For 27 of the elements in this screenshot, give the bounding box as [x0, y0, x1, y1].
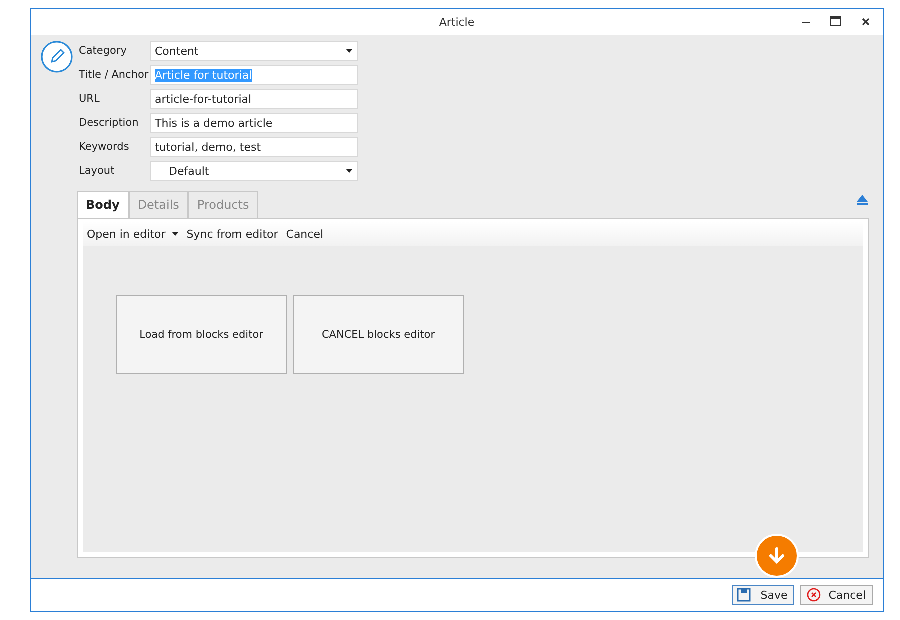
input-field[interactable]: article-for-tutorial	[150, 89, 358, 109]
cancel-button[interactable]: Cancel	[800, 585, 873, 605]
editor-button[interactable]: CANCEL blocks editor	[293, 295, 464, 374]
floppy-icon	[736, 588, 751, 602]
cancel-icon	[806, 588, 821, 602]
dropdown-field[interactable]: Content	[150, 41, 358, 61]
toolbar-dropdown[interactable]: Open in editor	[87, 228, 179, 240]
editor-button[interactable]: Load from blocks editor	[116, 295, 287, 374]
field-label: Title / Anchor	[79, 69, 150, 81]
field-label: Keywords	[79, 141, 130, 153]
toolbar-button[interactable]: Sync from editor	[186, 228, 278, 240]
pencil-icon	[41, 41, 73, 73]
field-label: URL	[79, 93, 101, 105]
field-label: Category	[79, 45, 128, 57]
caret-icon	[172, 232, 179, 236]
tab[interactable]: Body	[77, 191, 129, 218]
caret-icon	[346, 169, 353, 173]
field-label: Layout	[79, 165, 116, 177]
save-button[interactable]: Save	[732, 585, 794, 605]
dropdown-field[interactable]: Default	[150, 161, 358, 181]
field-label: Description	[79, 117, 140, 129]
window-title: Article	[439, 16, 475, 28]
toolbar-button[interactable]: Cancel	[286, 228, 324, 240]
caret-icon	[346, 49, 353, 53]
input-field[interactable]: tutorial, demo, test	[150, 137, 358, 157]
collapse-icon[interactable]	[856, 194, 869, 206]
input-field[interactable]: This is a demo article	[150, 113, 358, 133]
